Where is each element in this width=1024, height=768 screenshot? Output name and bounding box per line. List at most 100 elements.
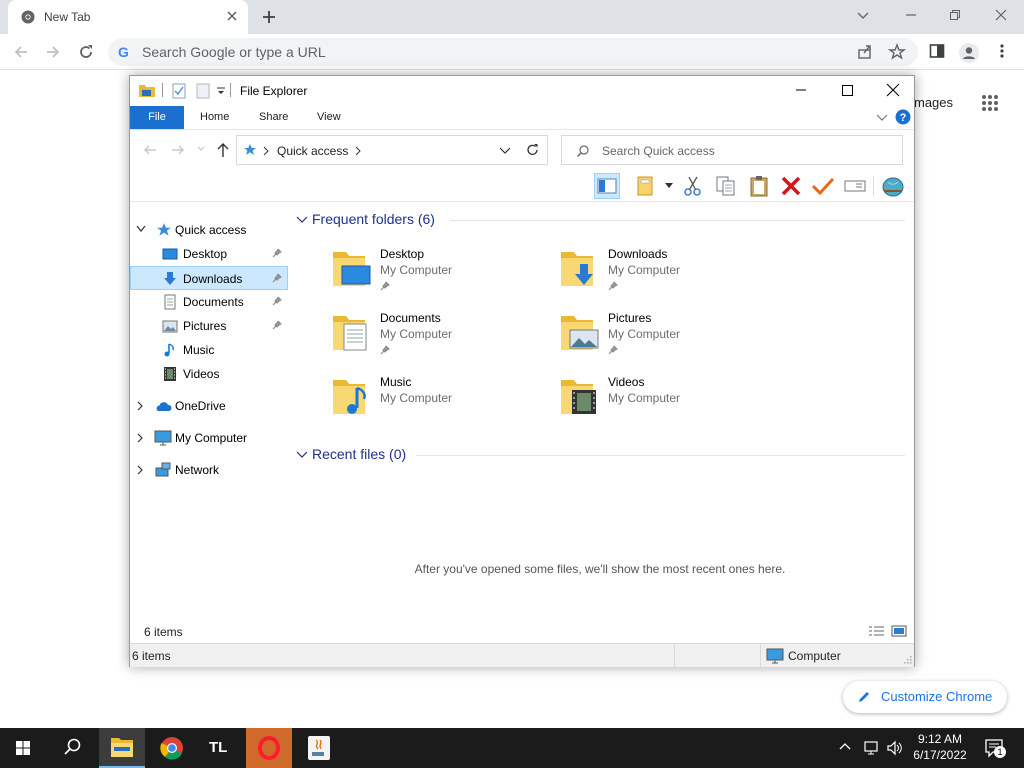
customize-chrome-button[interactable]: Customize Chrome (843, 681, 1007, 713)
forward-icon[interactable] (44, 43, 62, 61)
cut-icon[interactable] (680, 173, 706, 199)
show-hidden-icons-chevron[interactable] (838, 740, 852, 754)
help-icon[interactable]: ? (895, 109, 911, 125)
nav-item-network[interactable]: Network (130, 458, 288, 482)
preview-pane-icon[interactable] (594, 173, 620, 199)
nav-item-videos[interactable]: Videos (130, 362, 288, 386)
music-folder-icon (332, 374, 374, 418)
nav-label: Pictures (183, 319, 227, 333)
folder-tile-documents[interactable]: Documents My Computer (332, 310, 552, 366)
folder-name: Pictures (608, 311, 652, 325)
share-icon[interactable] (856, 43, 874, 61)
tab-search-chevron-icon[interactable] (856, 8, 870, 22)
view-switcher (868, 625, 908, 637)
bookmark-star-icon[interactable] (888, 43, 906, 61)
recent-locations-chevron-icon[interactable] (196, 144, 206, 154)
omnibox-placeholder: Search Google or type a URL (142, 44, 326, 60)
nav-item-quick-access[interactable]: Quick access (130, 218, 288, 242)
browser-tab[interactable]: New Tab (8, 0, 248, 34)
refresh-button[interactable] (518, 135, 548, 165)
delete-icon[interactable] (778, 173, 804, 199)
new-tab-icon[interactable] (260, 8, 278, 26)
chrome-menu-icon[interactable] (994, 42, 1010, 60)
address-bar[interactable]: Quick access (236, 135, 548, 165)
explorer-maximize-button[interactable] (824, 76, 870, 104)
network-status-icon[interactable] (862, 739, 880, 757)
taskbar-chrome[interactable] (149, 728, 195, 768)
minimize-icon[interactable] (904, 8, 918, 22)
google-images-link[interactable]: mages (914, 95, 953, 110)
nav-item-music[interactable]: Music (130, 338, 288, 362)
customize-chrome-label: Customize Chrome (881, 689, 993, 704)
explorer-close-button[interactable] (870, 76, 916, 104)
ribbon-tab-view[interactable]: View (317, 111, 341, 123)
side-panel-icon[interactable] (928, 42, 946, 60)
network-globe-icon[interactable] (880, 173, 906, 199)
address-history-chevron-icon[interactable] (499, 146, 511, 156)
tab-title: New Tab (44, 10, 91, 24)
folder-tile-pictures[interactable]: Pictures My Computer (560, 310, 780, 366)
ribbon-tab-file[interactable]: File (130, 106, 184, 129)
explorer-minimize-button[interactable] (778, 76, 824, 104)
explorer-forward-icon[interactable] (170, 142, 186, 158)
close-tab-icon[interactable] (225, 9, 239, 23)
expanded-chevron-icon[interactable] (136, 225, 146, 233)
folder-tile-desktop[interactable]: Desktop My Computer (332, 246, 552, 302)
restore-icon[interactable] (948, 8, 962, 22)
taskbar-search-button[interactable] (49, 728, 95, 768)
explorer-title-bar: File Explorer (130, 76, 914, 106)
pin-icon (272, 248, 282, 258)
checkmark-icon[interactable] (810, 173, 836, 199)
breadcrumb-next-icon[interactable] (355, 146, 361, 156)
downloads-arrow-icon (162, 271, 178, 287)
search-quick-access-input[interactable]: Search Quick access (561, 135, 903, 165)
omnibox[interactable]: G Search Google or type a URL (108, 38, 918, 66)
volume-icon[interactable] (886, 739, 904, 757)
paste-icon[interactable] (746, 173, 772, 199)
nav-item-documents[interactable]: Documents (130, 290, 288, 314)
taskbar-tl-app[interactable]: TL (198, 728, 244, 768)
copy-icon[interactable] (713, 173, 739, 199)
downloads-folder-icon (560, 246, 602, 290)
nav-item-desktop[interactable]: Desktop (130, 242, 288, 266)
nav-item-onedrive[interactable]: OneDrive (130, 394, 288, 418)
taskbar-java[interactable] (296, 728, 342, 768)
quick-access-toolbar-dropdown-icon[interactable] (216, 86, 226, 96)
google-apps-icon[interactable] (981, 94, 999, 112)
start-button[interactable] (0, 728, 46, 768)
action-center-icon[interactable]: 1 (984, 738, 1006, 758)
new-folder-quick-icon[interactable] (196, 83, 210, 99)
taskbar-file-explorer[interactable] (99, 728, 145, 768)
explorer-back-icon[interactable] (142, 142, 158, 158)
rename-icon[interactable] (842, 173, 868, 199)
folder-tile-music[interactable]: Music My Computer (332, 374, 552, 430)
view-layout-icon[interactable] (634, 173, 660, 199)
ribbon-tab-home[interactable]: Home (200, 111, 229, 123)
resize-grip-icon[interactable] (902, 656, 912, 666)
nav-item-my-computer[interactable]: My Computer (130, 426, 288, 450)
collapsed-chevron-icon[interactable] (136, 433, 144, 443)
nav-item-pictures[interactable]: Pictures (130, 314, 288, 338)
profile-avatar-icon[interactable] (958, 42, 980, 64)
close-window-icon[interactable] (994, 8, 1008, 22)
taskbar-opera[interactable] (246, 728, 292, 768)
taskbar-clock[interactable]: 9:12 AM 6/17/2022 (908, 731, 972, 763)
collapsed-chevron-icon[interactable] (136, 465, 144, 475)
reload-icon[interactable] (77, 43, 95, 61)
collapsed-chevron-icon[interactable] (136, 401, 144, 411)
search-icon (64, 738, 81, 755)
folder-name: Downloads (608, 247, 668, 261)
ribbon-expand-chevron-icon[interactable] (876, 112, 888, 122)
up-one-level-icon[interactable] (216, 141, 230, 159)
properties-quick-icon[interactable] (172, 83, 186, 99)
ribbon-tab-share[interactable]: Share (259, 111, 288, 123)
breadcrumb-quick-access[interactable]: Quick access (277, 144, 348, 158)
folder-tile-downloads[interactable]: Downloads My Computer (560, 246, 780, 302)
back-icon[interactable] (12, 43, 30, 61)
folder-tile-videos[interactable]: Videos My Computer (560, 374, 780, 430)
desktop-icon (162, 246, 178, 262)
nav-item-downloads[interactable]: Downloads (130, 266, 288, 290)
view-layout-dropdown-icon[interactable] (665, 183, 673, 189)
folder-location: My Computer (380, 263, 453, 277)
computer-monitor-icon (154, 430, 172, 446)
